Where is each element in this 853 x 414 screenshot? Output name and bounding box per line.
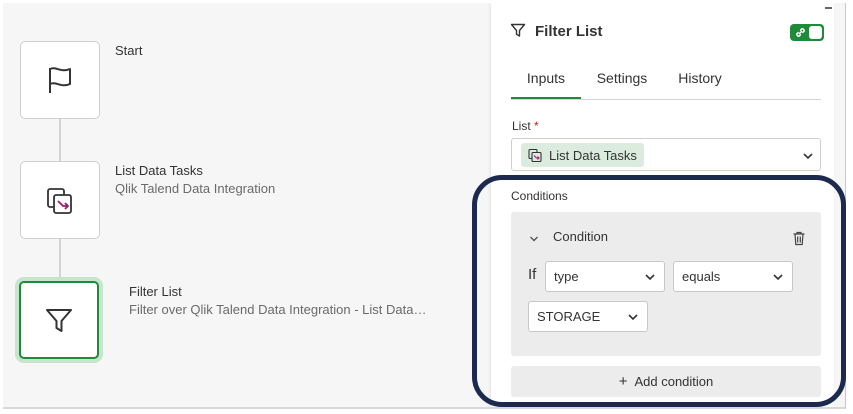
filter-icon — [510, 23, 526, 37]
node-subtitle: Filter over Qlik Talend Data Integration… — [129, 302, 427, 317]
field-select[interactable]: type — [545, 261, 665, 292]
chevron-down-icon — [645, 274, 655, 281]
operator-select[interactable]: equals — [673, 261, 793, 292]
connector-line — [59, 119, 61, 161]
data-tasks-icon — [47, 188, 72, 214]
toggle-knob — [809, 26, 822, 39]
properties-panel: Filter List Inputs Settings History List… — [491, 3, 834, 407]
node-subtitle: Qlik Talend Data Integration — [115, 181, 276, 196]
condition-card: Condition If type equals STORAGE — [511, 212, 821, 356]
panel-tabs: Inputs Settings History — [511, 63, 821, 100]
start-node[interactable] — [20, 41, 100, 119]
field-select-value: type — [554, 269, 579, 284]
add-condition-button[interactable]: + Add condition — [511, 366, 821, 397]
list-value-chip: List Data Tasks — [521, 143, 644, 167]
link-toggle[interactable] — [790, 24, 824, 41]
flow-editor: Start List Data Tasks Qlik Talend Data I… — [3, 3, 846, 409]
plus-icon: + — [618, 373, 628, 390]
operator-select-value: equals — [682, 269, 721, 284]
trash-icon[interactable] — [792, 231, 806, 246]
node-title: Start — [115, 43, 143, 58]
chevron-down-icon — [773, 274, 783, 281]
panel-title: Filter List — [535, 23, 603, 40]
value-select[interactable]: STORAGE — [528, 301, 648, 332]
tab-settings[interactable]: Settings — [589, 63, 655, 99]
node-title: List Data Tasks — [115, 163, 203, 178]
chevron-down-icon[interactable] — [802, 150, 814, 162]
node-title: Filter List — [129, 284, 182, 299]
link-icon — [796, 28, 805, 37]
chevron-down-icon — [628, 314, 638, 321]
data-tasks-icon — [528, 148, 542, 163]
conditions-label: Conditions — [511, 189, 568, 203]
list-select[interactable]: List Data Tasks — [511, 138, 821, 171]
flag-icon — [49, 67, 71, 93]
scrollbar[interactable] — [825, 7, 832, 9]
list-field-label: List * — [512, 119, 539, 133]
connector-line — [59, 239, 61, 279]
value-select-value: STORAGE — [537, 309, 601, 324]
tab-history[interactable]: History — [669, 63, 731, 99]
required-mark: * — [534, 119, 539, 133]
if-label: If — [528, 266, 537, 283]
list-label-text: List — [512, 119, 531, 133]
list-data-tasks-node[interactable] — [20, 161, 100, 239]
filter-list-node[interactable] — [19, 281, 99, 359]
tab-inputs[interactable]: Inputs — [511, 63, 581, 99]
chevron-down-icon[interactable] — [528, 233, 540, 245]
filter-icon — [46, 309, 72, 332]
add-condition-label: Add condition — [634, 374, 714, 389]
condition-title: Condition — [553, 229, 608, 244]
list-value-text: List Data Tasks — [549, 147, 637, 163]
